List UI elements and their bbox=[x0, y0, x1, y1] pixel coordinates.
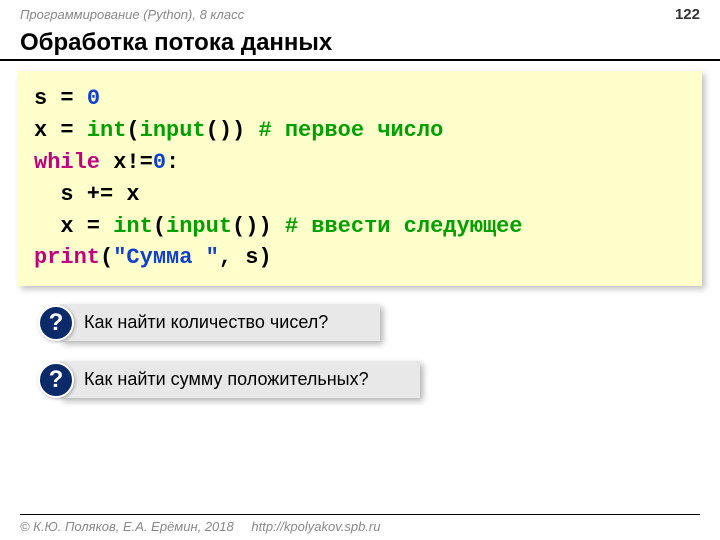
question-row-1: ? Как найти количество чисел? bbox=[38, 304, 702, 341]
footer-url: http://kpolyakov.spb.ru bbox=[251, 519, 380, 534]
course-label: Программирование (Python), 8 класс bbox=[20, 7, 244, 22]
slide-title: Обработка потока данных bbox=[0, 25, 720, 59]
page-number: 122 bbox=[675, 6, 700, 23]
question-row-2: ? Как найти сумму положительных? bbox=[38, 361, 702, 398]
footer-text: © К.Ю. Поляков, Е.А. Ерёмин, 2018 http:/… bbox=[20, 519, 700, 534]
footer-divider bbox=[20, 514, 700, 516]
title-underline bbox=[0, 59, 720, 61]
question-badge-icon: ? bbox=[38, 305, 74, 341]
code-block: s = 0 x = int(input()) # первое число wh… bbox=[18, 71, 702, 286]
code-line-1: s = 0 bbox=[34, 83, 686, 115]
question-text-2: Как найти сумму положительных? bbox=[60, 361, 420, 398]
code-line-4: s += x bbox=[34, 179, 686, 211]
code-line-2: x = int(input()) # первое число bbox=[34, 115, 686, 147]
footer-copyright: © К.Ю. Поляков, Е.А. Ерёмин, 2018 bbox=[20, 519, 234, 534]
header: Программирование (Python), 8 класс 122 bbox=[0, 0, 720, 25]
question-badge-icon: ? bbox=[38, 362, 74, 398]
footer: © К.Ю. Поляков, Е.А. Ерёмин, 2018 http:/… bbox=[20, 514, 700, 535]
code-line-5: x = int(input()) # ввести следующее bbox=[34, 211, 686, 243]
question-text-1: Как найти количество чисел? bbox=[60, 304, 380, 341]
code-line-6: print("Сумма ", s) bbox=[34, 242, 686, 274]
code-line-3: while x!=0: bbox=[34, 147, 686, 179]
